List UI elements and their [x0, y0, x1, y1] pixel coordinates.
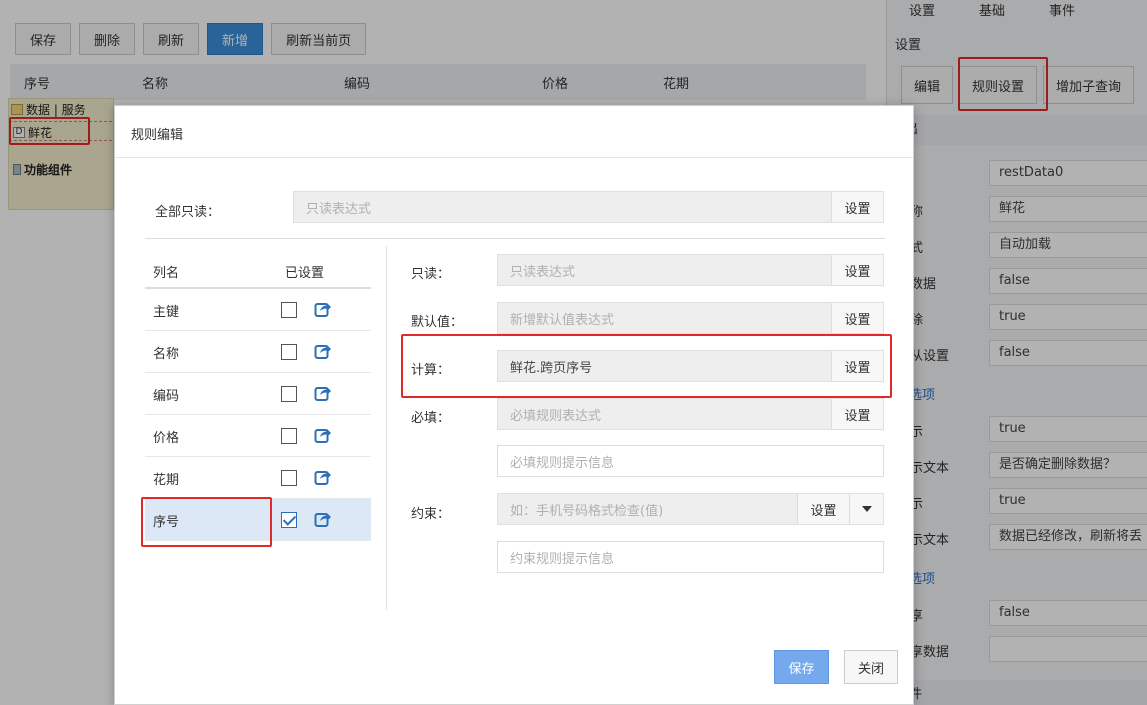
column-name: 花期	[153, 473, 180, 488]
calc-label: 计算：	[411, 363, 451, 378]
column-list-header: 列名 已设置	[145, 251, 371, 289]
readonly-label: 只读：	[411, 267, 451, 282]
column-row[interactable]: 编码	[145, 373, 371, 415]
chevron-down-icon	[861, 506, 872, 512]
constraint-message-input[interactable]: 约束规则提示信息	[497, 541, 884, 573]
dialog-save-button[interactable]: 保存	[774, 650, 829, 684]
required-set-button[interactable]: 设置	[831, 399, 883, 429]
required-message-input[interactable]: 必填规则提示信息	[497, 445, 884, 477]
column-row[interactable]: 名称	[145, 331, 371, 373]
readonly-set-button[interactable]: 设置	[831, 255, 883, 285]
edit-rule-icon[interactable]	[314, 342, 332, 360]
required-placeholder[interactable]: 必填规则表达式	[498, 405, 831, 424]
column-row[interactable]: 序号	[145, 499, 371, 541]
default-value-input: 新增默认值表达式 设置	[497, 302, 884, 334]
constraint-set-button[interactable]: 设置	[797, 494, 849, 524]
readonly-input: 只读表达式 设置	[497, 254, 884, 286]
column-name: 名称	[153, 347, 180, 362]
dialog-title: 规则编辑	[131, 128, 184, 143]
calc-value[interactable]: 鲜花.跨页序号	[498, 357, 831, 376]
column-row[interactable]: 花期	[145, 457, 371, 499]
readonly-all-placeholder[interactable]: 只读表达式	[294, 198, 831, 217]
column-set-checkbox[interactable]	[281, 302, 297, 318]
readonly-all-label: 全部只读：	[155, 205, 221, 220]
calc-input: 鲜花.跨页序号 设置	[497, 350, 884, 382]
edit-rule-icon[interactable]	[314, 426, 332, 444]
required-label: 必填：	[411, 411, 451, 426]
edit-rule-icon[interactable]	[314, 468, 332, 486]
column-name: 主键	[153, 305, 180, 320]
column-set-checkbox[interactable]	[281, 512, 297, 528]
column-header-set: 已设置	[285, 266, 325, 281]
dialog-header: 规则编辑	[115, 106, 913, 158]
default-value-set-button[interactable]: 设置	[831, 303, 883, 333]
dialog-close-button[interactable]: 关闭	[844, 650, 898, 684]
constraint-label: 约束：	[411, 507, 451, 522]
rule-edit-dialog: 规则编辑 全部只读： 只读表达式 设置 列名 已设置 主键 名称 编码 价格 花期 序号 …	[114, 105, 914, 705]
column-set-checkbox[interactable]	[281, 386, 297, 402]
column-name: 价格	[153, 431, 180, 446]
default-value-label: 默认值：	[411, 315, 464, 330]
constraint-dropdown-button[interactable]	[849, 494, 883, 524]
edit-rule-icon[interactable]	[314, 510, 332, 528]
readonly-placeholder[interactable]: 只读表达式	[498, 261, 831, 280]
calc-set-button[interactable]: 设置	[831, 351, 883, 381]
edit-rule-icon[interactable]	[314, 384, 332, 402]
default-value-placeholder[interactable]: 新增默认值表达式	[498, 309, 831, 328]
column-name: 编码	[153, 389, 180, 404]
constraint-placeholder[interactable]: 如：手机号码格式检查(值)	[498, 500, 797, 519]
column-set-checkbox[interactable]	[281, 470, 297, 486]
divider	[386, 246, 387, 610]
readonly-all-set-button[interactable]: 设置	[831, 192, 883, 222]
column-set-checkbox[interactable]	[281, 344, 297, 360]
column-header-name: 列名	[153, 266, 180, 281]
column-set-checkbox[interactable]	[281, 428, 297, 444]
readonly-all-input: 只读表达式 设置	[293, 191, 884, 223]
constraint-input: 如：手机号码格式检查(值) 设置	[497, 493, 884, 525]
column-row[interactable]: 主键	[145, 289, 371, 331]
required-input: 必填规则表达式 设置	[497, 398, 884, 430]
column-name: 序号	[153, 515, 180, 530]
edit-rule-icon[interactable]	[314, 300, 332, 318]
column-row[interactable]: 价格	[145, 415, 371, 457]
divider	[145, 238, 885, 239]
